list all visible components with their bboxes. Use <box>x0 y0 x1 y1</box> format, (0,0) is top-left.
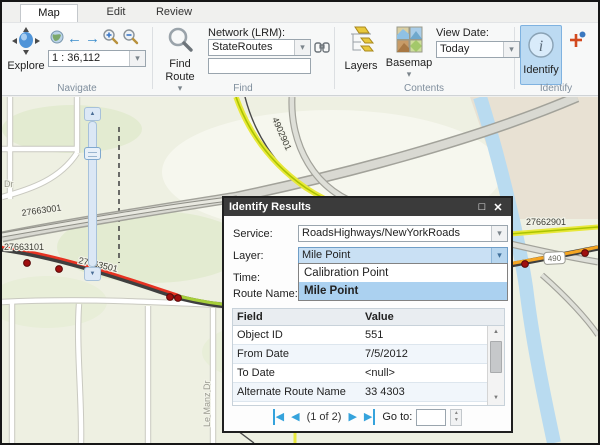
service-label: Service: <box>233 228 273 240</box>
binoculars-icon <box>314 40 330 57</box>
scroll-up-icon[interactable]: ▲ <box>488 326 504 339</box>
identify-info-icon: i <box>526 30 556 63</box>
highway-shield-490: 490 <box>544 251 566 264</box>
layer-option-calibration-point[interactable]: Calibration Point <box>299 264 507 282</box>
first-page-button[interactable]: ◀ <box>273 409 284 425</box>
network-lrm-combobox[interactable]: StateRoutes ▾ <box>208 39 311 56</box>
zoom-out-icon <box>122 28 139 48</box>
table-row[interactable]: To Date<null> <box>233 364 487 383</box>
view-date-combobox[interactable]: Today ▾ <box>436 41 520 58</box>
chevron-down-icon[interactable]: ▾ <box>129 51 145 66</box>
ribbon: Explore ← → <box>2 22 598 96</box>
table-row[interactable]: From Date7/5/2012 <box>233 345 487 364</box>
group-label-identify: Identify <box>514 83 598 94</box>
layers-button[interactable]: Layers <box>340 26 382 72</box>
tab-map[interactable]: Map <box>20 4 78 22</box>
group-label-find: Find <box>152 83 334 94</box>
group-separator <box>152 27 153 89</box>
basemap-button[interactable]: Basemap ▾ <box>386 26 432 80</box>
street-name-label: Dr <box>4 179 14 189</box>
scale-value: 1 : 36,112 <box>49 51 129 66</box>
street-name-label: Le Manz Dr <box>202 380 212 427</box>
layer-dropdown-list: Calibration Point Mile Point <box>298 263 508 301</box>
table-scrollbar[interactable]: ▲ ▼ <box>487 326 504 405</box>
spinner-down-icon: ▼ <box>451 417 461 425</box>
network-lrm-label: Network (LRM): <box>208 27 285 39</box>
pagination-bar: ◀ ◀ (1 of 2) ▶ ▶ Go to: ▲ ▼ <box>224 407 511 427</box>
table-row[interactable] <box>233 402 487 405</box>
chevron-down-icon: ▾ <box>407 69 412 80</box>
layer-option-mile-point[interactable]: Mile Point <box>299 282 507 300</box>
goto-page-input[interactable] <box>416 409 446 426</box>
time-label: Time: <box>233 272 260 284</box>
view-date-label: View Date: <box>436 27 489 39</box>
next-page-button[interactable]: ▶ <box>348 409 356 425</box>
chevron-down-icon[interactable]: ▾ <box>503 42 519 57</box>
table-header: Field Value <box>233 309 504 326</box>
group-label-navigate: Navigate <box>2 83 152 94</box>
dialog-title: Identify Results <box>229 201 311 213</box>
chevron-down-icon[interactable]: ▾ <box>491 248 507 263</box>
attributes-table: Field Value Object ID551 From Date7/5/20… <box>232 308 505 406</box>
fixed-zoom-in-button[interactable] <box>102 29 119 46</box>
zoom-in-icon <box>102 28 119 48</box>
layer-combobox[interactable]: Mile Point ▾ <box>298 247 508 264</box>
find-route-magnifier-icon <box>166 26 194 57</box>
red-crosshair-info-icon <box>567 30 587 53</box>
page-indicator: (1 of 2) <box>307 411 342 423</box>
scrollbar-thumb[interactable] <box>490 341 502 373</box>
basemap-icon <box>396 26 423 56</box>
table-row[interactable]: Alternate Route Name33 4303 <box>233 383 487 402</box>
layers-icon <box>347 26 375 59</box>
previous-page-button[interactable]: ◀ <box>291 409 299 425</box>
layer-label: Layer: <box>233 250 264 262</box>
identify-results-dialog: Identify Results □ ✕ Service: RoadsHighw… <box>222 196 513 433</box>
dialog-titlebar[interactable]: Identify Results □ ✕ <box>224 198 511 216</box>
globe-icon <box>50 30 64 47</box>
arrow-left-icon: ← <box>67 31 82 46</box>
route-input[interactable] <box>208 58 311 74</box>
close-icon[interactable]: ✕ <box>490 201 506 214</box>
group-separator <box>514 27 515 89</box>
arrow-right-icon: → <box>85 31 100 46</box>
svg-text:i: i <box>539 38 543 55</box>
route-name-label: Route Name: <box>233 288 298 300</box>
tab-review[interactable]: Review <box>144 4 204 22</box>
scroll-down-icon[interactable]: ▼ <box>488 392 504 405</box>
chevron-down-icon[interactable]: ▾ <box>294 40 310 55</box>
spinner-up-icon: ▲ <box>451 410 461 418</box>
last-page-button[interactable]: ▶ <box>364 409 375 425</box>
maximize-icon[interactable]: □ <box>474 201 490 213</box>
group-label-contents: Contents <box>334 83 514 94</box>
search-routes-button[interactable] <box>313 40 330 57</box>
scale-combobox[interactable]: 1 : 36,112 ▾ <box>48 50 146 67</box>
tab-edit[interactable]: Edit <box>88 4 144 22</box>
zoom-slider-plus-button[interactable]: ▲ <box>84 107 101 121</box>
full-extent-button[interactable] <box>48 30 65 47</box>
zoom-slider-track[interactable] <box>88 121 97 267</box>
next-extent-button[interactable]: → <box>84 30 101 47</box>
previous-extent-button[interactable]: ← <box>66 30 83 47</box>
chevron-down-icon[interactable]: ▾ <box>491 226 507 241</box>
fixed-zoom-out-button[interactable] <box>122 29 139 46</box>
table-row[interactable]: Object ID551 <box>233 326 487 345</box>
ribbon-tabbar: Map Edit Review <box>2 2 598 22</box>
group-separator <box>334 27 335 89</box>
zoom-slider-minus-button[interactable]: ▼ <box>84 267 101 281</box>
zoom-slider-handle[interactable] <box>84 147 101 160</box>
service-combobox[interactable]: RoadsHighways/NewYorkRoads ▾ <box>298 225 508 242</box>
identify-button[interactable]: i Identify <box>520 25 562 85</box>
route-label: 27662901 <box>526 217 566 227</box>
goto-label: Go to: <box>382 411 412 423</box>
route-label: 27663101 <box>4 242 44 252</box>
explore-button[interactable]: Explore <box>4 26 48 72</box>
svg-text:490: 490 <box>548 254 562 264</box>
explore-pan-icon <box>10 26 42 59</box>
app-window: Map Edit Review Explore <box>0 0 600 445</box>
identify-route-location-button[interactable] <box>566 30 588 52</box>
goto-spinner[interactable]: ▲ ▼ <box>450 409 462 426</box>
